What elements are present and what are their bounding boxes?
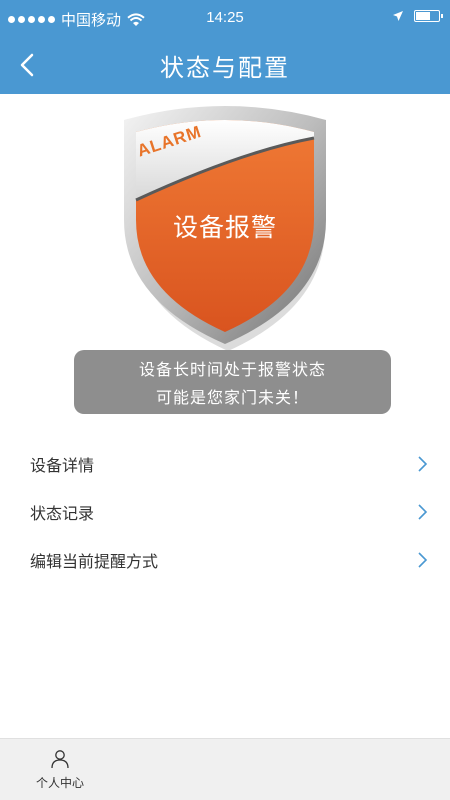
status-time: 14:25 — [206, 9, 244, 26]
menu-item-device-details[interactable]: 设备详情 — [0, 440, 450, 488]
chevron-right-icon — [418, 504, 428, 520]
tab-bar: 个人中心 — [0, 738, 450, 800]
status-bar: 中国移动 14:25 — [0, 0, 450, 36]
alert-line-2: 可能是您家门未关！ — [155, 388, 309, 407]
alert-line-1: 设备长时间处于报警状态 — [138, 360, 326, 379]
tab-label: 个人中心 — [35, 776, 84, 790]
menu-item-edit-reminder[interactable]: 编辑当前提醒方式 — [0, 536, 450, 584]
page-title: 状态与配置 — [160, 54, 290, 82]
chevron-right-icon — [418, 456, 428, 472]
location-arrow-icon — [393, 11, 403, 21]
alarm-shield-badge: ALARM 设备报警 — [110, 102, 340, 352]
shield-status-label: 设备报警 — [172, 213, 277, 242]
nav-bar: 状态与配置 — [0, 36, 450, 94]
tab-personal-center[interactable]: 个人中心 — [22, 749, 98, 791]
chevron-right-icon — [418, 552, 428, 568]
menu-list: 设备详情 状态记录 编辑当前提醒方式 — [0, 440, 450, 584]
menu-item-label: 编辑当前提醒方式 — [30, 552, 159, 571]
alert-message: 设备长时间处于报警状态 可能是您家门未关！ — [74, 350, 391, 414]
status-right — [392, 10, 443, 22]
person-icon — [51, 750, 69, 769]
menu-item-status-log[interactable]: 状态记录 — [0, 488, 450, 536]
menu-item-label: 设备详情 — [30, 456, 95, 475]
battery-icon — [414, 10, 443, 22]
menu-item-label: 状态记录 — [30, 504, 95, 523]
